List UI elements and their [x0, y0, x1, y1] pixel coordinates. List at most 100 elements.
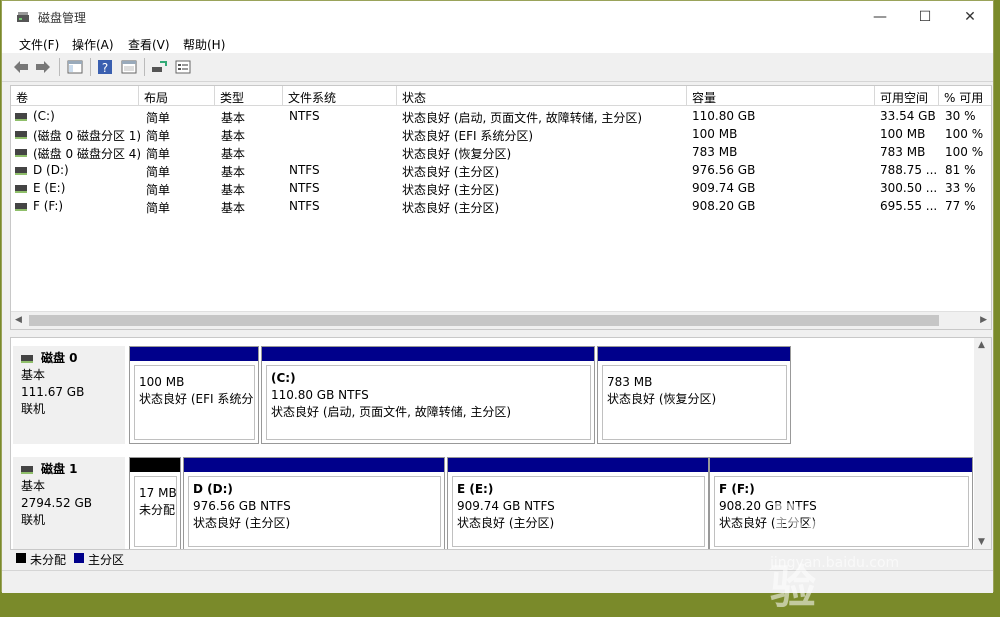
- primary-legend-label: 主分区: [88, 553, 125, 567]
- volume-filesystem: NTFS: [289, 199, 320, 213]
- menu-help[interactable]: 帮助(H): [183, 36, 225, 53]
- volume-layout: 简单: [146, 129, 171, 143]
- properties-button[interactable]: [120, 58, 138, 76]
- volume-row[interactable]: E (E:) 简单 基本 NTFS 状态良好 (主分区) 909.74 GB 3…: [11, 179, 991, 197]
- partition-efi[interactable]: 100 MB 状态良好 (EFI 系统分区): [129, 346, 259, 444]
- minimize-icon: —: [873, 9, 887, 25]
- help-icon: ?: [98, 60, 112, 75]
- volume-free-space: 33.54 GB: [880, 109, 936, 123]
- disk-size: 111.67 GB: [21, 385, 85, 399]
- disk-0-info[interactable]: 磁盘 0 基本 111.67 GB 联机: [13, 346, 125, 444]
- disk-state: 联机: [21, 513, 46, 527]
- column-header-free-space[interactable]: 可用空间: [875, 86, 939, 106]
- volume-status: 状态良好 (主分区): [402, 165, 500, 179]
- volume-type: 基本: [221, 147, 246, 161]
- volume-percent-free: 33 %: [945, 181, 976, 195]
- volume-layout: 简单: [146, 111, 171, 125]
- close-button[interactable]: ✕: [947, 1, 993, 33]
- partition-body: 17 MB 未分配: [134, 476, 177, 547]
- partition-label: D (D:): [193, 482, 233, 496]
- column-header-percent-free[interactable]: % 可用: [939, 86, 991, 106]
- volume-status: 状态良好 (主分区): [402, 183, 500, 197]
- scroll-up-icon[interactable]: ▲: [978, 340, 985, 350]
- column-header-volume[interactable]: 卷: [11, 86, 139, 106]
- volume-percent-free: 81 %: [945, 163, 976, 177]
- partition-status: 状态良好 (恢复分区): [607, 392, 717, 406]
- column-header-type[interactable]: 类型: [215, 86, 283, 106]
- partition-bar: [710, 458, 972, 472]
- partition-recovery[interactable]: 783 MB 状态良好 (恢复分区): [597, 346, 791, 444]
- help-button[interactable]: ?: [96, 58, 114, 76]
- volume-free-space: 300.50 ...: [880, 181, 938, 195]
- volume-filesystem: NTFS: [289, 163, 320, 177]
- disk-1-info[interactable]: 磁盘 1 基本 2794.52 GB 联机: [13, 457, 125, 549]
- volume-free-space: 100 MB: [880, 127, 926, 141]
- volume-row[interactable]: D (D:) 简单 基本 NTFS 状态良好 (主分区) 976.56 GB 7…: [11, 161, 991, 179]
- volume-name: (磁盘 0 磁盘分区 1): [33, 129, 142, 143]
- disk-management-app-icon: [17, 12, 29, 22]
- partition-unallocated[interactable]: 17 MB 未分配: [129, 457, 181, 549]
- partition-body: E (E:) 909.74 GB NTFS 状态良好 (主分区): [452, 476, 705, 547]
- disk-icon: [21, 354, 33, 363]
- properties-window-icon: [121, 60, 137, 74]
- scroll-left-icon[interactable]: ◀: [15, 315, 22, 325]
- disk-kind: 基本: [21, 368, 46, 382]
- scrollbar-thumb[interactable]: [29, 315, 939, 326]
- menu-file[interactable]: 文件(F): [19, 36, 59, 53]
- volume-free-space: 695.55 ...: [880, 199, 938, 213]
- menu-action[interactable]: 操作(A): [72, 36, 114, 53]
- volume-free-space: 788.75 ...: [880, 163, 938, 177]
- column-header-status[interactable]: 状态: [397, 86, 687, 106]
- partition-status: 未分配: [139, 503, 176, 517]
- disk-name: 磁盘 0: [41, 351, 78, 365]
- volume-row[interactable]: F (F:) 简单 基本 NTFS 状态良好 (主分区) 908.20 GB 6…: [11, 197, 991, 215]
- forward-button[interactable]: [34, 58, 52, 76]
- volume-type: 基本: [221, 201, 246, 215]
- maximize-button[interactable]: ☐: [902, 1, 948, 33]
- drive-icon: [15, 113, 27, 121]
- volume-type: 基本: [221, 165, 246, 179]
- volume-name: D (D:): [33, 163, 69, 177]
- partition-bar: [184, 458, 444, 472]
- show-hide-console-tree-button[interactable]: [66, 58, 84, 76]
- volume-capacity: 783 MB: [692, 145, 738, 159]
- partition-status: 状态良好 (EFI 系统分区): [139, 392, 254, 406]
- volume-capacity: 909.74 GB: [692, 181, 756, 195]
- settings-list-button[interactable]: [174, 58, 192, 76]
- console-tree-icon: [67, 60, 83, 74]
- partition-status: 状态良好 (主分区): [193, 516, 291, 530]
- unallocated-legend-swatch: [16, 553, 26, 563]
- baidu-watermark: Baidu经验: [770, 494, 964, 614]
- partition-size: 110.80 GB NTFS: [271, 388, 369, 402]
- minimize-button[interactable]: —: [857, 1, 903, 33]
- volume-type: 基本: [221, 183, 246, 197]
- volume-list-horizontal-scrollbar[interactable]: ◀ ▶: [11, 311, 991, 329]
- volume-filesystem: NTFS: [289, 181, 320, 195]
- scroll-right-icon[interactable]: ▶: [980, 315, 987, 325]
- volume-row[interactable]: (磁盘 0 磁盘分区 1) 简单 基本 状态良好 (EFI 系统分区) 100 …: [11, 125, 991, 143]
- column-header-capacity[interactable]: 容量: [687, 86, 875, 106]
- column-header-filesystem[interactable]: 文件系统: [283, 86, 397, 106]
- volume-type: 基本: [221, 111, 246, 125]
- partition-e[interactable]: E (E:) 909.74 GB NTFS 状态良好 (主分区): [447, 457, 709, 549]
- partition-c[interactable]: (C:) 110.80 GB NTFS 状态良好 (启动, 页面文件, 故障转储…: [261, 346, 595, 444]
- volume-row[interactable]: (C:) 简单 基本 NTFS 状态良好 (启动, 页面文件, 故障转储, 主分…: [11, 107, 991, 125]
- volume-name: E (E:): [33, 181, 66, 195]
- list-settings-icon: [175, 60, 191, 74]
- partition-size: 17 MB: [139, 486, 177, 500]
- close-icon: ✕: [964, 9, 976, 25]
- column-header-layout[interactable]: 布局: [139, 86, 215, 106]
- partition-label: (C:): [271, 371, 296, 385]
- partition-d[interactable]: D (D:) 976.56 GB NTFS 状态良好 (主分区): [183, 457, 445, 549]
- back-button[interactable]: [12, 58, 30, 76]
- drive-icon: [15, 185, 27, 193]
- volume-capacity: 110.80 GB: [692, 109, 756, 123]
- volume-percent-free: 30 %: [945, 109, 976, 123]
- partition-body: (C:) 110.80 GB NTFS 状态良好 (启动, 页面文件, 故障转储…: [266, 365, 591, 440]
- disk-size: 2794.52 GB: [21, 496, 92, 510]
- primary-legend-swatch: [74, 553, 84, 563]
- menu-view[interactable]: 查看(V): [128, 36, 170, 53]
- rescan-disks-button[interactable]: [150, 58, 168, 76]
- partition-bar: [262, 347, 594, 361]
- volume-row[interactable]: (磁盘 0 磁盘分区 4) 简单 基本 状态良好 (恢复分区) 783 MB 7…: [11, 143, 991, 161]
